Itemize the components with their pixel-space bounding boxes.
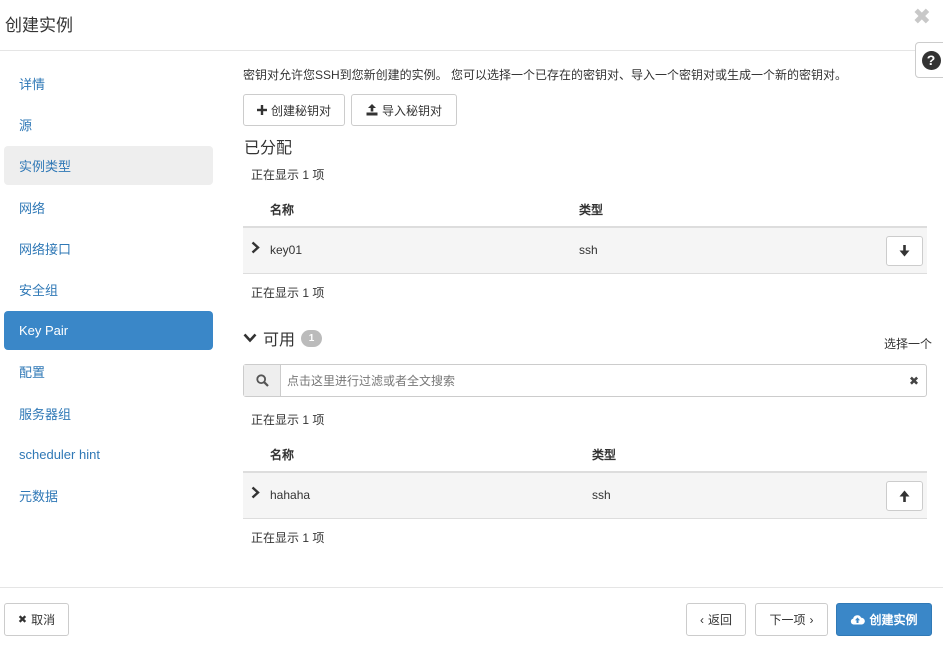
plus-icon xyxy=(256,105,267,115)
available-col-name: 名称 xyxy=(270,448,295,462)
create-keypair-label: 创建秘钥对 xyxy=(270,103,331,118)
available-title: 可用 xyxy=(263,332,296,349)
upload-icon xyxy=(366,104,378,116)
cloud-upload-icon xyxy=(851,615,866,625)
create-instance-label: 创建实例 xyxy=(869,613,918,627)
filter-search-bar: ✖ xyxy=(243,364,927,397)
sidebar-item-label: 实例类型 xyxy=(19,159,72,175)
available-count-badge: 1 xyxy=(301,329,323,347)
table-row: hahaha ssh xyxy=(243,473,927,519)
allocate-button[interactable] xyxy=(886,481,923,511)
search-input[interactable] xyxy=(281,365,902,396)
keypair-name: key01 xyxy=(270,243,303,257)
help-button[interactable]: ? xyxy=(915,42,943,78)
chevron-down-icon xyxy=(243,333,257,343)
arrow-up-icon xyxy=(899,490,910,502)
close-icon: ✖ xyxy=(17,614,28,626)
available-col-type: 类型 xyxy=(592,448,617,462)
dialog-title: 创建实例 xyxy=(5,16,73,35)
footer-divider xyxy=(0,587,943,588)
cancel-button[interactable]: ✖ 取消 xyxy=(4,603,69,636)
available-count-bottom: 正在显示 1 项 xyxy=(251,531,325,545)
import-keypair-label: 导入秘钥对 xyxy=(381,103,442,118)
create-instance-dialog: 创建实例 ✖ ? 详情 源 实例类型 网络 网络接口 安全组 Key Pair … xyxy=(0,0,943,646)
keypair-type: ssh xyxy=(592,488,611,502)
chevron-right-icon[interactable] xyxy=(251,486,260,502)
description-text: 密钥对允许您SSH到您新创建的实例。 您可以选择一个已存在的密钥对、导入一个密钥… xyxy=(243,68,848,82)
keypair-type: ssh xyxy=(579,243,598,257)
sidebar-item-key-pair[interactable]: Key Pair xyxy=(4,311,213,351)
sidebar-item-label: 网络接口 xyxy=(19,241,72,257)
sidebar-item-label: Key Pair xyxy=(19,323,69,339)
cancel-label: 取消 xyxy=(31,613,56,627)
create-keypair-button[interactable]: 创建秘钥对 xyxy=(243,94,345,126)
table-row: key01 ssh xyxy=(243,228,927,274)
chevron-left-icon: ‹ xyxy=(699,612,704,627)
sidebar-item-label: 详情 xyxy=(19,77,46,92)
allocated-col-name: 名称 xyxy=(270,203,295,217)
sidebar-item-label: 源 xyxy=(19,118,33,134)
sidebar-item-security-groups[interactable]: 安全组 xyxy=(4,270,213,309)
sidebar-item-source[interactable]: 源 xyxy=(4,105,213,144)
sidebar-item-label: scheduler hint xyxy=(19,446,100,462)
sidebar-item-label: 服务器组 xyxy=(19,406,72,422)
sidebar-item-metadata[interactable]: 元数据 xyxy=(4,476,213,515)
allocated-title: 已分配 xyxy=(244,140,293,157)
create-instance-button[interactable]: 创建实例 xyxy=(836,603,932,636)
sidebar-item-label: 安全组 xyxy=(19,282,59,298)
select-one-hint: 选择一个 xyxy=(883,337,932,351)
keypair-name: hahaha xyxy=(270,488,311,502)
question-icon: ? xyxy=(921,50,941,70)
clear-search-icon[interactable]: ✖ xyxy=(902,365,926,396)
search-icon xyxy=(244,365,281,396)
sidebar-item-label: 配置 xyxy=(19,365,46,381)
sidebar-item-server-groups[interactable]: 服务器组 xyxy=(4,394,213,433)
allocated-count-top: 正在显示 1 项 xyxy=(251,168,325,182)
next-button[interactable]: 下一项 › xyxy=(755,603,828,636)
back-label: 返回 xyxy=(707,613,732,627)
allocated-count-bottom: 正在显示 1 项 xyxy=(251,286,325,300)
available-count-top: 正在显示 1 项 xyxy=(251,413,325,427)
sidebar-item-label: 网络 xyxy=(19,200,46,216)
back-button[interactable]: ‹ 返回 xyxy=(686,603,746,636)
chevron-right-icon[interactable] xyxy=(251,241,260,257)
sidebar-item-label: 元数据 xyxy=(19,488,59,504)
sidebar-item-details[interactable]: 详情 xyxy=(4,64,213,103)
chevron-right-icon: › xyxy=(809,612,814,627)
sidebar-item-networks[interactable]: 网络 xyxy=(4,188,213,227)
sidebar-item-flavor[interactable]: 实例类型 xyxy=(4,146,213,186)
available-toggle[interactable]: 可用 1 xyxy=(243,326,323,350)
sidebar-item-network-ports[interactable]: 网络接口 xyxy=(4,229,213,268)
deallocate-button[interactable] xyxy=(886,236,923,266)
close-icon[interactable]: ✖ xyxy=(913,6,931,28)
wizard-sidebar: 详情 源 实例类型 网络 网络接口 安全组 Key Pair 配置 服务器组 s… xyxy=(4,64,213,517)
sidebar-item-configuration[interactable]: 配置 xyxy=(4,352,213,391)
dialog-header: 创建实例 ✖ xyxy=(0,0,943,51)
next-label: 下一项 xyxy=(769,613,806,627)
allocated-col-type: 类型 xyxy=(579,203,604,217)
arrow-down-icon xyxy=(899,245,910,257)
sidebar-item-scheduler-hint[interactable]: scheduler hint xyxy=(4,435,213,474)
import-keypair-button[interactable]: 导入秘钥对 xyxy=(351,94,457,126)
